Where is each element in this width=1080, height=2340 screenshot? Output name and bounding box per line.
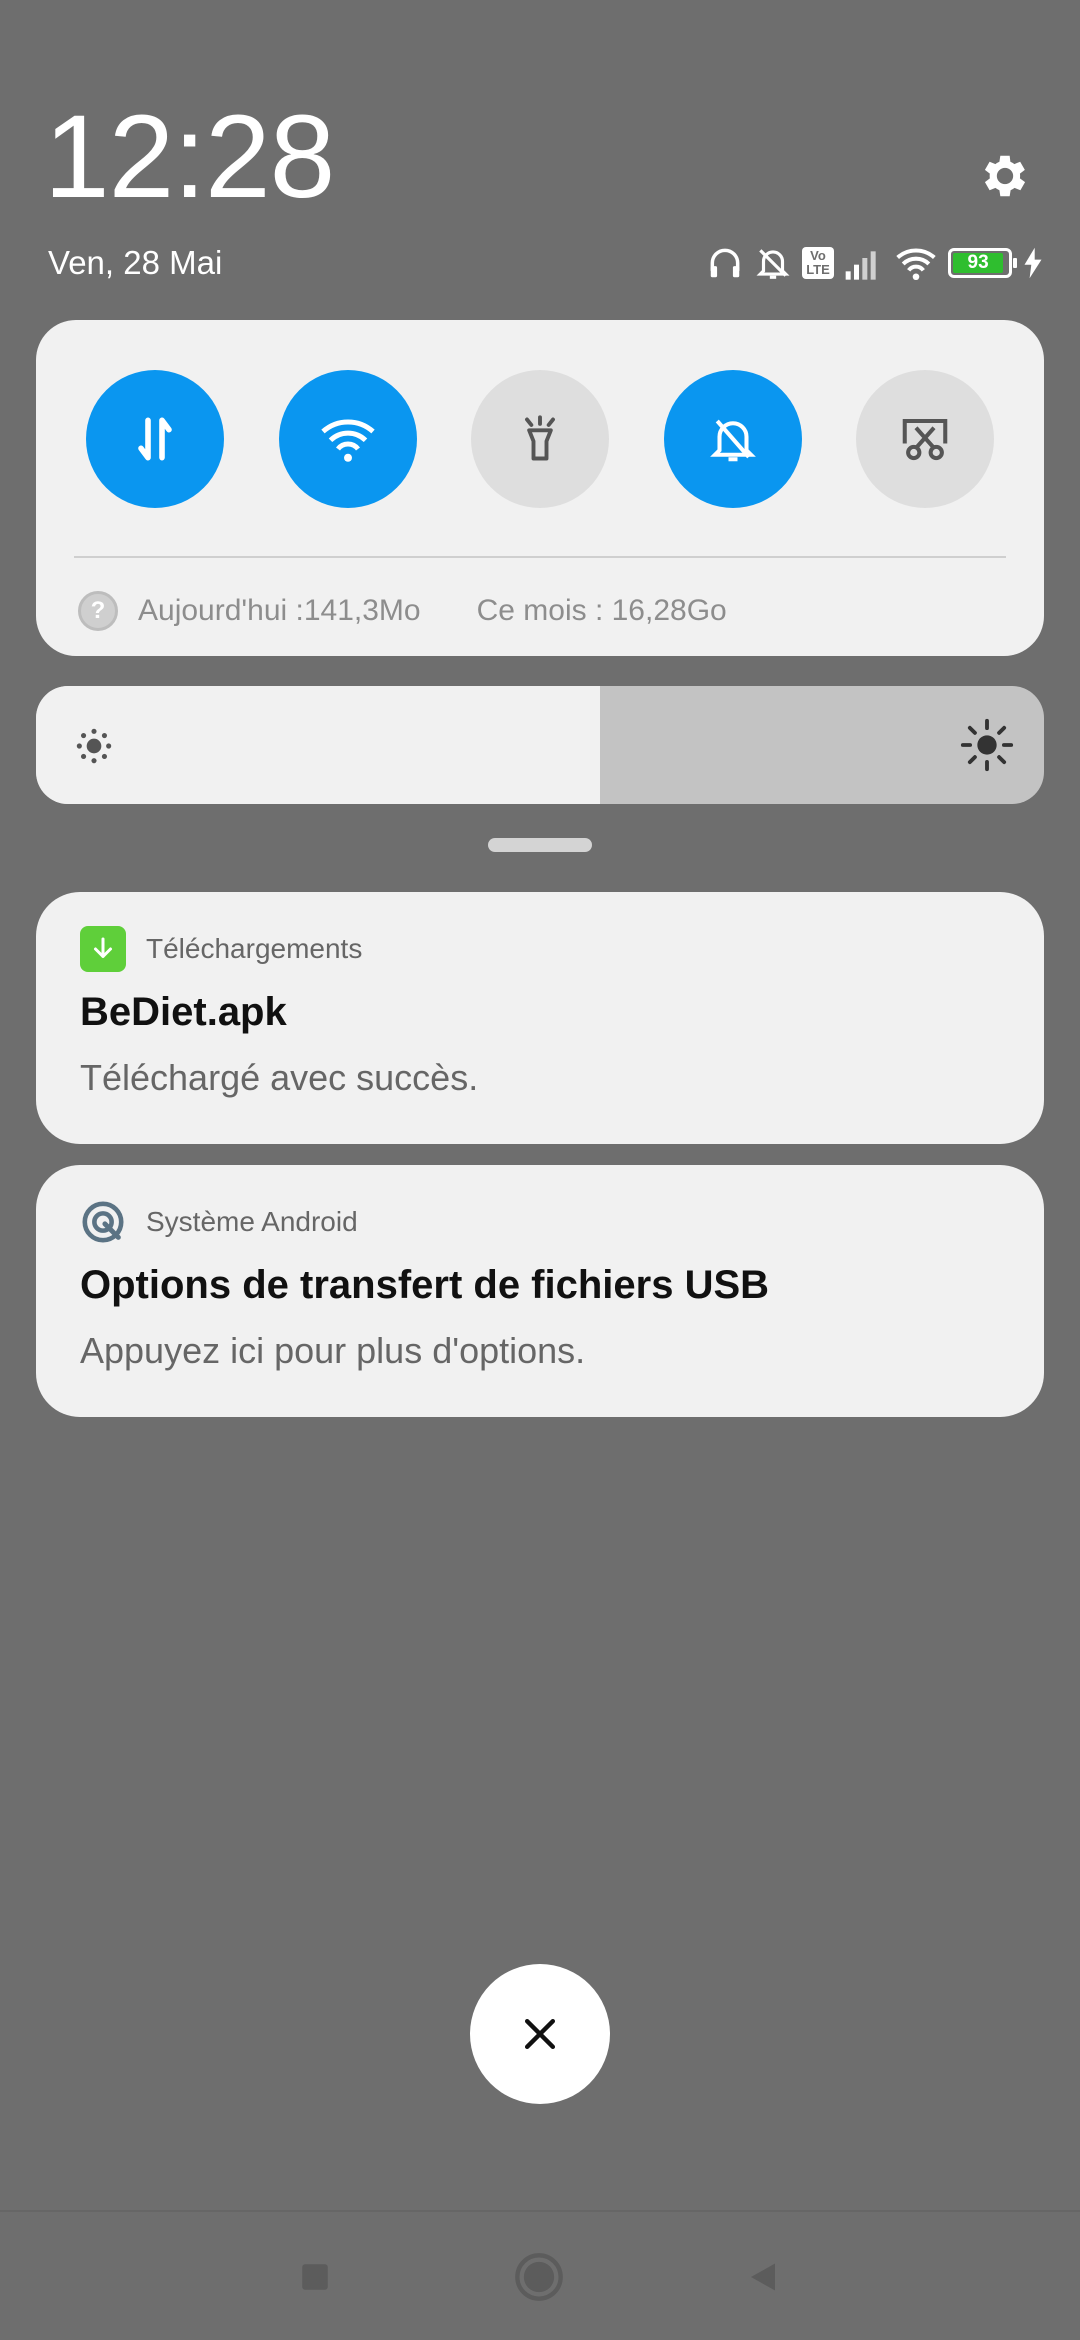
toggle-screenshot[interactable] [856, 370, 994, 508]
android-system-icon [80, 1199, 126, 1245]
data-usage-row[interactable]: ? Aujourd'hui :141,3Mo Ce mois : 16,28Go [78, 586, 727, 636]
volte-bottom-text: LTE [806, 262, 830, 277]
status-bar-icons: Vo LTE 93 [706, 240, 1044, 286]
brightness-slider[interactable] [36, 686, 1044, 804]
bell-off-icon [756, 249, 790, 279]
settings-button[interactable] [970, 146, 1040, 206]
notification-title: BeDiet.apk [80, 990, 287, 1034]
notification-header: Téléchargements [80, 926, 362, 972]
data-usage-month: Ce mois : 16,28Go [476, 594, 727, 627]
bell-off-icon [709, 419, 756, 462]
toggle-wifi[interactable] [278, 370, 417, 508]
notification-text: Appuyez ici pour plus d'options. [80, 1330, 586, 1371]
toggle-flashlight[interactable] [471, 370, 609, 508]
toggle-mobile-data[interactable] [86, 370, 224, 508]
volte-icon: Vo LTE [802, 247, 834, 279]
divider [74, 556, 1006, 558]
data-usage-today: Aujourd'hui :141,3Mo [138, 594, 421, 627]
home-button[interactable] [506, 2244, 572, 2310]
gear-icon [984, 155, 1026, 197]
flashlight-icon [525, 415, 555, 461]
brightness-high-icon [960, 718, 1014, 772]
quick-settings-panel: ? Aujourd'hui :141,3Mo Ce mois : 16,28Go [36, 320, 1044, 656]
notification-title: Options de transfert de fichiers USB [80, 1263, 770, 1307]
notification-app-name: Téléchargements [146, 933, 363, 964]
headphones-icon [710, 248, 740, 278]
back-button[interactable] [730, 2244, 796, 2310]
battery-icon: 93 [948, 248, 1017, 278]
recents-icon [302, 2264, 328, 2290]
charging-icon [1024, 247, 1042, 279]
quick-toggles [86, 370, 994, 508]
wifi-icon [320, 419, 375, 462]
mobile-data-icon [138, 417, 172, 461]
home-icon [515, 2253, 563, 2301]
brightness-low-icon [76, 728, 112, 764]
screenshot-icon [902, 418, 948, 461]
notification-header: Système Android [80, 1199, 358, 1245]
date[interactable]: Ven, 28 Mai [48, 246, 222, 279]
help-icon: ? [78, 591, 118, 631]
notification-download[interactable]: Téléchargements BeDiet.apk Téléchargé av… [36, 892, 1044, 1144]
volte-top-text: Vo [810, 248, 826, 263]
notification-app-name: Système Android [146, 1206, 358, 1237]
panel-drag-handle[interactable] [488, 838, 592, 852]
cell-signal-icon [845, 251, 876, 280]
battery-level: 93 [953, 253, 1004, 273]
back-icon [751, 2263, 775, 2291]
clock[interactable]: 12:28 [44, 98, 335, 216]
recents-button[interactable] [282, 2244, 348, 2310]
notification-shade: 12:28 Ven, 28 Mai Vo LTE 93 ? Aujourd'hu… [0, 0, 1080, 2340]
brightness-fill [36, 686, 601, 804]
close-icon [524, 2018, 556, 2050]
wifi-icon [896, 248, 936, 281]
notification-text: Téléchargé avec succès. [80, 1057, 479, 1098]
toggle-silent[interactable] [663, 370, 802, 508]
navigation-bar [0, 2210, 1080, 2340]
download-icon [80, 926, 126, 972]
clear-all-button[interactable] [470, 1964, 610, 2104]
notification-usb[interactable]: Système Android Options de transfert de … [36, 1165, 1044, 1417]
